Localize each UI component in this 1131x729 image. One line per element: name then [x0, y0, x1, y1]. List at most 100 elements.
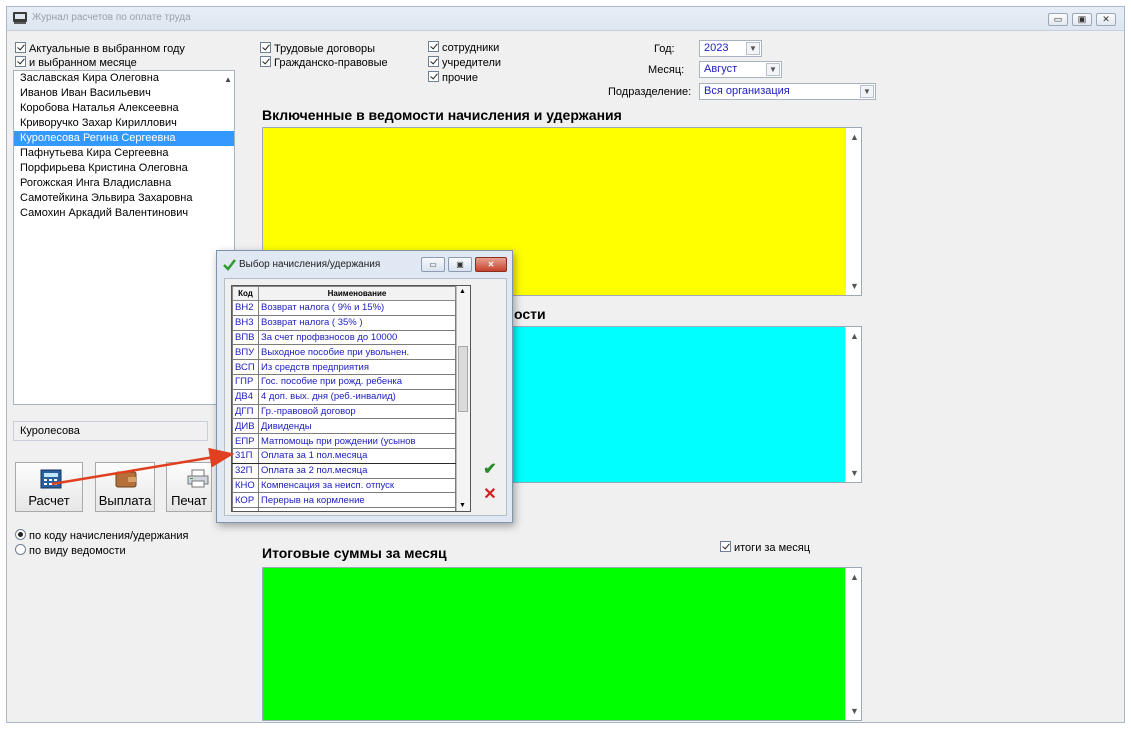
accrual-name-cell[interactable]: За счет профвзносов до 10000 — [258, 329, 456, 346]
accrual-code-cell[interactable]: ЕПР — [232, 433, 259, 449]
print-button[interactable]: Печат — [166, 462, 212, 512]
accrual-row[interactable]: ДВ4 4 доп. вых. дня (реб.-инвалид) — [232, 388, 456, 405]
close-button[interactable]: ✕ — [1096, 13, 1116, 26]
dialog-minimize-button[interactable]: ▭ — [421, 257, 445, 272]
accrual-name-cell[interactable]: Выходное пособие при увольнен. — [258, 344, 456, 361]
accrual-name-cell[interactable]: Компенсация за неисп. отпуск — [258, 477, 456, 494]
cancel-x-icon[interactable]: ✕ — [479, 484, 501, 504]
accrual-grid[interactable]: Код Наименование ВН2 Возврат налога ( 9% … — [231, 285, 471, 512]
accrual-code-cell[interactable]: ГПР — [232, 373, 259, 390]
scroll-up-icon[interactable]: ▲ — [224, 75, 232, 84]
grid-scrollbar[interactable]: ▲ ▼ — [456, 286, 470, 511]
accrual-row[interactable]: КОР Перерыв на кормление — [232, 492, 456, 509]
accrual-code-cell[interactable]: КНО — [232, 477, 259, 494]
sort-by-type-radio[interactable]: по виду ведомости — [15, 544, 126, 557]
scroll-thumb[interactable] — [458, 346, 468, 412]
totals-panel[interactable]: ▲ ▼ — [262, 567, 862, 721]
employee-list-item[interactable]: Иванов Иван Васильевич — [14, 86, 234, 101]
sort-by-code-radio[interactable]: по коду начисления/удержания — [15, 529, 188, 542]
accrual-row[interactable]: 32П Оплата за 2 пол.месяца — [232, 462, 456, 479]
accrual-name-cell[interactable]: Из средств предприятия — [258, 359, 456, 375]
accrual-code-cell[interactable]: 32П — [232, 462, 259, 479]
panel-scrollbar[interactable]: ▲ ▼ — [845, 128, 861, 295]
filter-selected-month-label: и выбранном месяце — [29, 57, 137, 69]
accrual-name-cell[interactable]: Гос. пособие при рожд. ребенка — [258, 373, 456, 390]
accrual-row[interactable]: ВН3 Возврат налога ( 35% ) — [232, 314, 456, 331]
accrual-row[interactable]: ВН2 Возврат налога ( 9% и 15%) — [232, 300, 456, 316]
accrual-code-cell[interactable]: ВПУ — [232, 344, 259, 361]
accrual-row[interactable]: ДГП Гр.-правовой договор — [232, 403, 456, 420]
employee-list-item[interactable]: Самохин Аркадий Валентинович — [14, 206, 234, 221]
accrual-code-cell[interactable]: ВПВ — [232, 329, 259, 346]
employee-list-item[interactable]: Пафнутьева Кира Сергеевна — [14, 146, 234, 161]
filter-others[interactable]: прочие — [428, 71, 478, 84]
confirm-check-icon[interactable]: ✔ — [479, 459, 501, 479]
accrual-name-cell[interactable]: Оплата за 2 пол.месяца — [258, 462, 456, 479]
col-code-header[interactable]: Код — [232, 286, 259, 301]
accrual-name-cell[interactable]: Перерыв на кормление — [258, 492, 456, 509]
accrual-row[interactable]: ВСП Из средств предприятия — [232, 359, 456, 375]
scroll-up-icon[interactable]: ▲ — [459, 288, 466, 295]
employee-list-item[interactable]: Куролесова Регина Сергеевна — [14, 131, 234, 146]
accrual-code-cell[interactable]: ДВ4 — [232, 388, 259, 405]
accrual-row[interactable]: 31П Оплата за 1 пол.месяца — [232, 447, 456, 464]
filter-actual-year[interactable]: Актуальные в выбранном году — [15, 42, 185, 55]
filter-civil-contracts[interactable]: Гражданско-правовые — [260, 56, 388, 69]
totals-checkbox[interactable]: итоги за месяц — [720, 541, 810, 554]
filter-labor-contracts-label: Трудовые договоры — [274, 43, 375, 55]
accrual-name-cell[interactable]: М... — [258, 507, 456, 511]
accrual-name-cell[interactable]: 4 доп. вых. дня (реб.-инвалид) — [258, 388, 456, 405]
accrual-code-cell[interactable]: ВН2 — [232, 300, 259, 316]
accrual-row[interactable]: ЕПР Матпомощь при рождении (усынов — [232, 433, 456, 449]
dialog-close-button[interactable]: ✕ — [475, 257, 507, 272]
accrual-code-cell[interactable]: ВСП — [232, 359, 259, 375]
accrual-name-cell[interactable]: Матпомощь при рождении (усынов — [258, 433, 456, 449]
accrual-code-cell[interactable]: ДИВ — [232, 418, 259, 435]
accrual-row[interactable]: МАТМ... — [232, 507, 456, 511]
sort-by-type-label: по виду ведомости — [29, 545, 126, 557]
accrual-code-cell[interactable]: МАТ — [232, 507, 259, 511]
accrual-name-cell[interactable]: Возврат налога ( 35% ) — [258, 314, 456, 331]
accrual-code-cell[interactable]: ДГП — [232, 403, 259, 420]
panel-scrollbar[interactable]: ▲ ▼ — [845, 568, 861, 720]
checkbox-icon — [428, 71, 439, 82]
employee-list[interactable]: Заславская Кира Олеговна Иванов Иван Васи… — [13, 70, 235, 405]
accrual-row[interactable]: ВПУ Выходное пособие при увольнен. — [232, 344, 456, 361]
accrual-name-cell[interactable]: Оплата за 1 пол.месяца — [258, 447, 456, 464]
accrual-row[interactable]: ГПР Гос. пособие при рожд. ребенка — [232, 373, 456, 390]
dialog-maximize-button[interactable]: ▣ — [448, 257, 472, 272]
accrual-code-cell[interactable]: ВН3 — [232, 314, 259, 331]
filter-employees[interactable]: сотрудники — [428, 41, 499, 54]
panel-scrollbar[interactable]: ▲ ▼ — [845, 327, 861, 482]
col-name-header[interactable]: Наименование — [258, 286, 456, 301]
filter-founders[interactable]: учредители — [428, 56, 501, 69]
scroll-up-icon: ▲ — [850, 572, 859, 582]
filter-selected-month[interactable]: и выбранном месяце — [15, 56, 137, 69]
filter-labor-contracts[interactable]: Трудовые договоры — [260, 42, 375, 55]
division-select[interactable]: Вся организация ▼ — [699, 83, 876, 100]
scroll-down-icon[interactable]: ▼ — [459, 502, 466, 509]
accrual-name-cell[interactable]: Гр.-правовой договор — [258, 403, 456, 420]
accrual-row[interactable]: ВПВ За счет профвзносов до 10000 — [232, 329, 456, 346]
employee-list-item[interactable]: Коробова Наталья Алексеевна — [14, 101, 234, 116]
accrual-name-cell[interactable]: Возврат налога ( 9% и 15%) — [258, 300, 456, 316]
accrual-row[interactable]: КНО Компенсация за неисп. отпуск — [232, 477, 456, 494]
accrual-code-cell[interactable]: 31П — [232, 447, 259, 464]
minimize-button[interactable]: ▭ — [1048, 13, 1068, 26]
employee-list-item[interactable]: Рогожская Инга Владиславна — [14, 176, 234, 191]
accrual-name-cell[interactable]: Дивиденды — [258, 418, 456, 435]
payment-button[interactable]: Выплата — [95, 462, 155, 512]
payment-button-label: Выплата — [98, 493, 152, 508]
filter-civil-contracts-label: Гражданско-правовые — [274, 57, 388, 69]
accrual-code-cell[interactable]: КОР — [232, 492, 259, 509]
employee-list-item[interactable]: Самотейкина Эльвира Захаровна — [14, 191, 234, 206]
year-select[interactable]: 2023 ▼ — [699, 40, 762, 57]
employee-list-item[interactable]: Криворучко Захар Кириллович — [14, 116, 234, 131]
month-select[interactable]: Август ▼ — [699, 61, 782, 78]
maximize-button[interactable]: ▣ — [1072, 13, 1092, 26]
employee-search-input[interactable]: Куролесова — [13, 421, 208, 441]
employee-list-item[interactable]: Заславская Кира Олеговна — [14, 71, 234, 86]
calc-button[interactable]: Расчет — [15, 462, 83, 512]
accrual-row[interactable]: ДИВ Дивиденды — [232, 418, 456, 435]
employee-list-item[interactable]: Порфирьева Кристина Олеговна — [14, 161, 234, 176]
